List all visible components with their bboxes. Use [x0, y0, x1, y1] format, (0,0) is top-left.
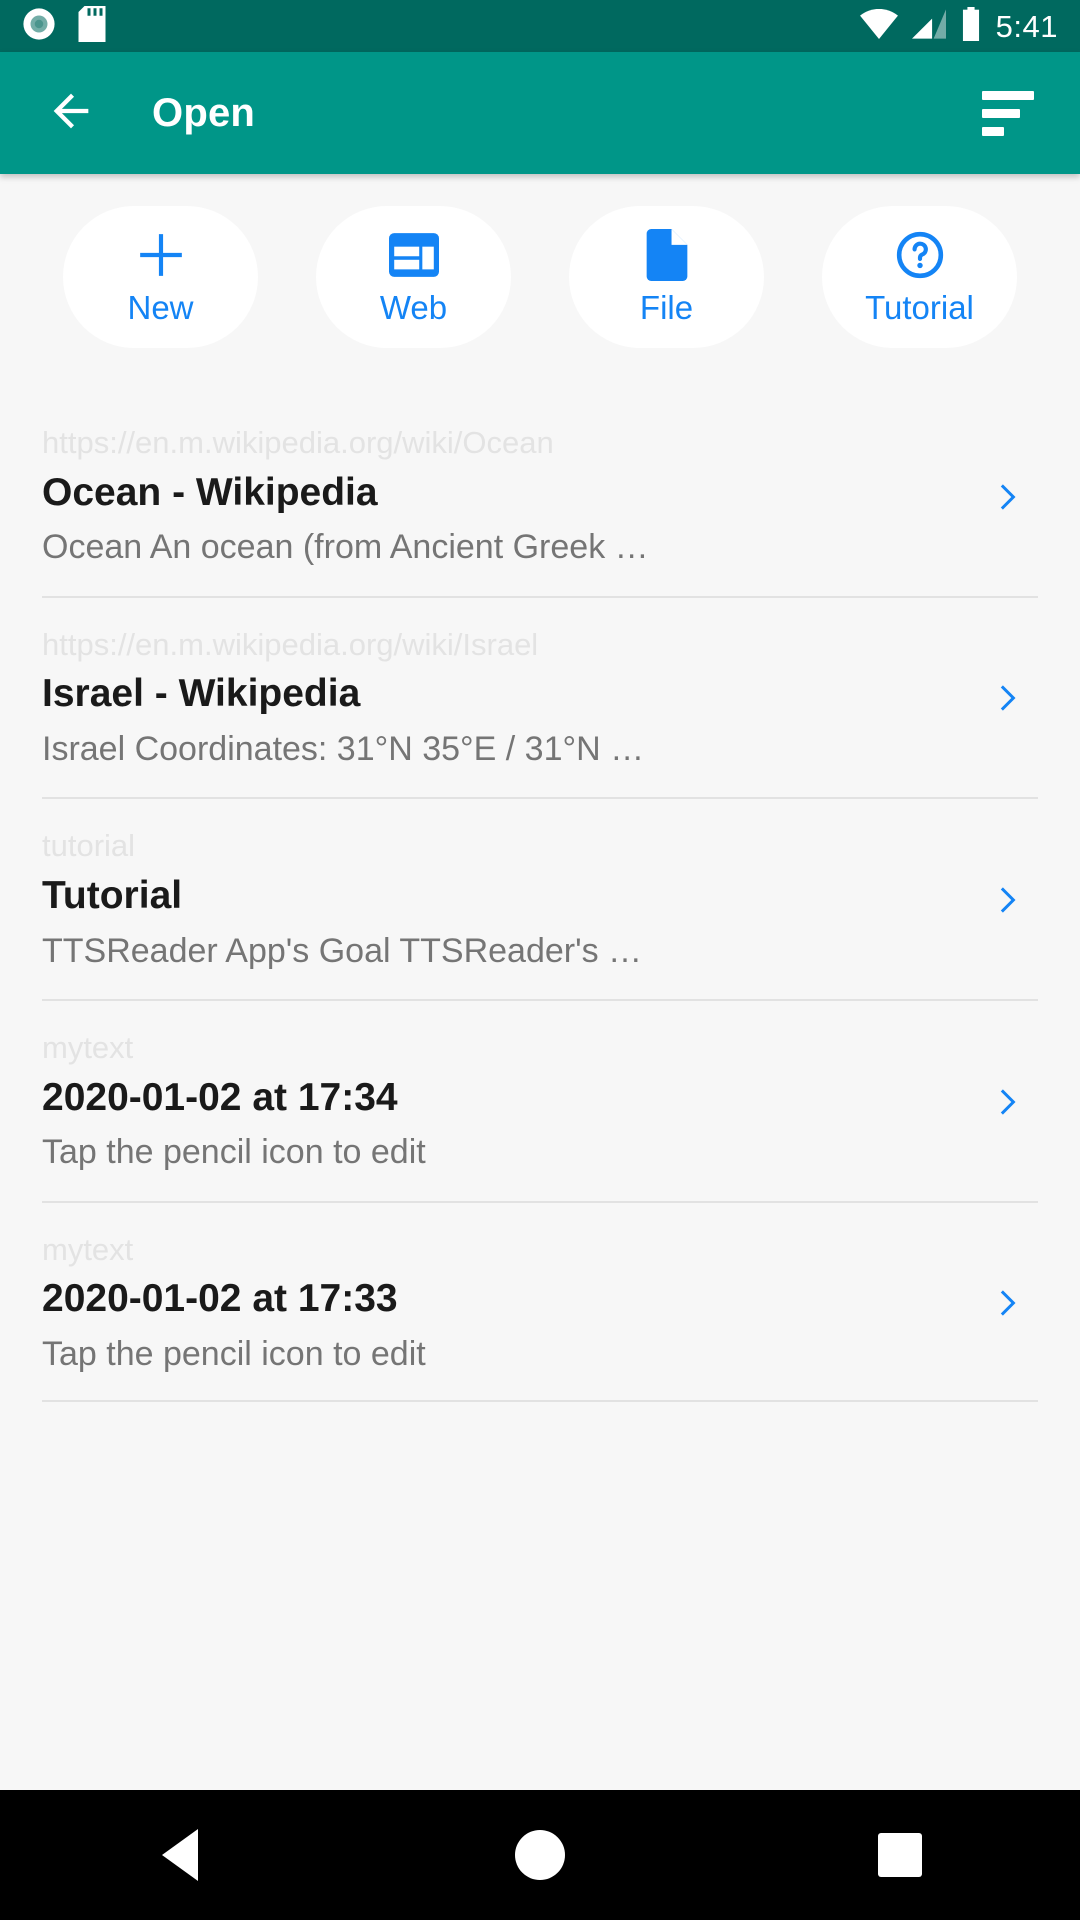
quick-action-web-label: Web [379, 289, 448, 326]
quick-action-file-label: File [639, 289, 694, 326]
wifi-icon [859, 8, 898, 44]
back-triangle-icon [162, 1829, 198, 1881]
list-item-title: Ocean - Wikipedia [42, 470, 378, 514]
list-item[interactable]: https://en.m.wikipedia.org/wiki/Israel I… [0, 595, 1080, 798]
quick-action-tutorial[interactable]: Tutorial [822, 206, 1017, 348]
sort-menu-icon-bar-1 [982, 90, 1034, 100]
list-item[interactable]: mytext 2020-01-02 at 17:34 Tap the penci… [0, 998, 1080, 1201]
quick-action-tutorial-label: Tutorial [865, 289, 974, 326]
list-item[interactable]: tutorial Tutorial TTSReader App's Goal T… [0, 797, 1080, 999]
list-item-source: tutorial [42, 828, 136, 864]
list-item-text: https://en.m.wikipedia.org/wiki/Ocean Oc… [42, 424, 978, 570]
page-title: Open [152, 90, 256, 135]
list-item-text: mytext 2020-01-02 at 17:33 Tap the penci… [42, 1231, 978, 1377]
list-item-text: tutorial Tutorial TTSReader App's Goal T… [42, 827, 978, 973]
nav-home-button[interactable] [480, 1790, 600, 1920]
home-circle-icon [515, 1830, 565, 1880]
quick-actions-row: New Web File Tutorial [0, 174, 1080, 348]
cellular-signal-icon [911, 8, 946, 44]
sort-menu-icon-bar-3 [982, 126, 1004, 136]
record-disc-icon [22, 7, 56, 46]
recents-square-icon [878, 1833, 922, 1877]
list-item[interactable]: https://en.m.wikipedia.org/wiki/Ocean Oc… [0, 394, 1080, 596]
list-item-title: Israel - Wikipedia [42, 672, 361, 716]
arrow-back-icon [45, 85, 97, 142]
sort-menu-icon-bar-2 [982, 108, 1020, 118]
chevron-right-icon[interactable] [978, 882, 1038, 918]
android-navigation-bar [0, 1790, 1080, 1920]
list-item-title: 2020-01-02 at 17:34 [42, 1075, 398, 1119]
battery-icon [960, 6, 982, 46]
back-button[interactable] [40, 82, 102, 144]
list-item-text: mytext 2020-01-02 at 17:34 Tap the penci… [42, 1029, 978, 1175]
help-circle-icon [895, 227, 945, 283]
list-item-title: 2020-01-02 at 17:33 [42, 1277, 398, 1321]
list-item-source: https://en.m.wikipedia.org/wiki/Israel [42, 626, 539, 662]
app-bar: Open [0, 52, 1080, 174]
plus-icon [136, 227, 186, 283]
chevron-right-icon[interactable] [978, 1285, 1038, 1321]
status-bar-right-icons: 5:41 [859, 6, 1058, 46]
recent-documents-list: https://en.m.wikipedia.org/wiki/Ocean Oc… [0, 394, 1080, 1402]
status-bar-clock: 5:41 [995, 8, 1058, 44]
nav-back-button[interactable] [120, 1790, 240, 1920]
document-icon [646, 227, 688, 283]
list-item-source: mytext [42, 1231, 134, 1267]
sd-card-icon [78, 5, 106, 47]
nav-recents-button[interactable] [840, 1790, 960, 1920]
status-bar-left-icons [22, 5, 106, 47]
quick-action-file[interactable]: File [569, 206, 764, 348]
list-item-description: Israel Coordinates: 31°N 35°E / 31°N … [42, 730, 645, 769]
list-item[interactable]: mytext 2020-01-02 at 17:33 Tap the penci… [0, 1200, 1080, 1403]
chevron-right-icon[interactable] [978, 680, 1038, 716]
quick-action-web[interactable]: Web [316, 206, 511, 348]
sort-menu-button[interactable] [978, 82, 1040, 144]
quick-action-new-label: New [127, 289, 194, 326]
web-layout-icon [388, 227, 439, 283]
chevron-right-icon[interactable] [978, 1084, 1038, 1120]
list-item-text: https://en.m.wikipedia.org/wiki/Israel I… [42, 626, 978, 772]
list-item-source: mytext [42, 1029, 134, 1065]
chevron-right-icon[interactable] [978, 479, 1038, 515]
list-item-title: Tutorial [42, 874, 183, 917]
quick-action-new[interactable]: New [63, 206, 258, 348]
status-bar: 5:41 [0, 0, 1080, 52]
list-item-description: Tap the pencil icon to edit [42, 1334, 426, 1373]
page-content: New Web File Tutorial https://en.m.wikip… [0, 174, 1080, 1460]
list-item-description: TTSReader App's Goal TTSReader's … [42, 931, 643, 970]
list-item-source: https://en.m.wikipedia.org/wiki/Ocean [42, 425, 554, 460]
list-item-description: Ocean An ocean (from Ancient Greek … [42, 528, 649, 567]
list-item-description: Tap the pencil icon to edit [42, 1133, 426, 1172]
